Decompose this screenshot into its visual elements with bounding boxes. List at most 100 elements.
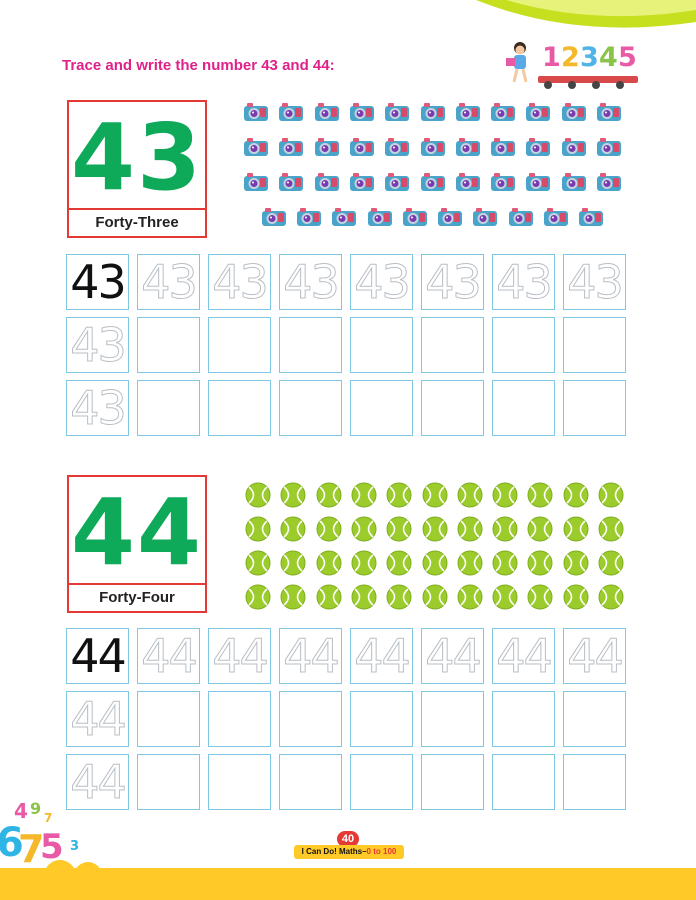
empty-writing-box[interactable] — [137, 754, 200, 810]
trace-number-box[interactable]: 43 — [208, 254, 271, 310]
empty-writing-box[interactable] — [279, 317, 342, 373]
number-word: Forty-Three — [69, 208, 205, 236]
trace-number-box[interactable]: 43 — [421, 254, 484, 310]
tennis-ball-icon — [527, 584, 553, 614]
camera-icon — [261, 206, 287, 232]
empty-writing-box[interactable] — [279, 380, 342, 436]
tennis-ball-icon — [527, 550, 553, 580]
solid-number-box[interactable]: 44 — [66, 628, 129, 684]
empty-writing-box[interactable] — [492, 380, 555, 436]
camera-icon — [472, 206, 498, 232]
trace-number-box[interactable]: 44 — [137, 628, 200, 684]
trace-number-text: 44 — [354, 629, 412, 683]
tennis-ball-icon — [492, 482, 518, 512]
svg-text:7: 7 — [44, 811, 52, 825]
trace-number-box[interactable]: 43 — [350, 254, 413, 310]
empty-writing-box[interactable] — [208, 380, 271, 436]
trace-number-text: 43 — [283, 255, 341, 309]
tennis-ball-icon — [280, 550, 306, 580]
camera-icon — [420, 171, 446, 197]
camera-icon — [561, 101, 587, 127]
big-number: 44 — [70, 479, 204, 586]
empty-writing-box[interactable] — [279, 754, 342, 810]
trace-number-box[interactable]: 44 — [563, 628, 626, 684]
train-digit: 1 — [542, 42, 561, 73]
trace-number-text: 43 — [496, 255, 554, 309]
camera-icon — [296, 206, 322, 232]
tennis-ball-icon — [598, 550, 624, 580]
empty-writing-box[interactable] — [492, 754, 555, 810]
empty-writing-box[interactable] — [563, 380, 626, 436]
tennis-ball-icon — [598, 584, 624, 614]
tennis-ball-icon — [422, 482, 448, 512]
book-title: I Can Do! Maths–0 to 100 — [294, 845, 404, 859]
empty-writing-box[interactable] — [563, 754, 626, 810]
camera-icon — [525, 136, 551, 162]
empty-writing-box[interactable] — [350, 380, 413, 436]
trace-number-box[interactable]: 44 — [208, 628, 271, 684]
tennis-ball-icon — [245, 482, 271, 512]
tennis-ball-icon — [316, 584, 342, 614]
empty-writing-box[interactable] — [208, 317, 271, 373]
solid-number-text: 43 — [70, 255, 127, 309]
camera-icon — [525, 171, 551, 197]
tennis-ball-icon — [280, 482, 306, 512]
tennis-ball-icon — [598, 482, 624, 512]
trace-number-box[interactable]: 43 — [66, 380, 129, 436]
camera-icon — [508, 206, 534, 232]
camera-icon — [455, 136, 481, 162]
camera-icon — [596, 136, 622, 162]
camera-icon — [314, 101, 340, 127]
trace-number-text: 43 — [141, 255, 199, 309]
trace-number-box[interactable]: 43 — [66, 317, 129, 373]
empty-writing-box[interactable] — [208, 691, 271, 747]
trace-number-box[interactable]: 43 — [279, 254, 342, 310]
trace-number-text: 44 — [425, 629, 483, 683]
trace-number-box[interactable]: 44 — [350, 628, 413, 684]
trace-number-box[interactable]: 43 — [492, 254, 555, 310]
trace-number-text: 43 — [354, 255, 412, 309]
empty-writing-box[interactable] — [279, 691, 342, 747]
empty-writing-box[interactable] — [350, 754, 413, 810]
trace-number-text: 44 — [141, 629, 199, 683]
empty-writing-box[interactable] — [421, 317, 484, 373]
camera-icon — [278, 101, 304, 127]
camera-icon — [402, 206, 428, 232]
camera-icon — [490, 101, 516, 127]
trace-number-box[interactable]: 43 — [137, 254, 200, 310]
empty-writing-box[interactable] — [137, 691, 200, 747]
svg-text:3: 3 — [70, 839, 79, 854]
tennis-ball-icon — [422, 550, 448, 580]
tennis-ball-icon — [351, 516, 377, 546]
book-title-text: I Can Do! Maths– — [301, 847, 367, 856]
camera-icon — [314, 171, 340, 197]
empty-writing-box[interactable] — [563, 691, 626, 747]
empty-writing-box[interactable] — [421, 380, 484, 436]
camera-icon — [490, 136, 516, 162]
empty-writing-box[interactable] — [421, 754, 484, 810]
empty-writing-box[interactable] — [421, 691, 484, 747]
empty-writing-box[interactable] — [563, 317, 626, 373]
trace-number-box[interactable]: 44 — [492, 628, 555, 684]
empty-writing-box[interactable] — [350, 317, 413, 373]
camera-icon — [349, 136, 375, 162]
trace-number-box[interactable]: 43 — [563, 254, 626, 310]
empty-writing-box[interactable] — [492, 691, 555, 747]
camera-icon — [420, 136, 446, 162]
tennis-ball-icon — [316, 516, 342, 546]
tennis-ball-icon — [457, 550, 483, 580]
trace-number-box[interactable]: 44 — [279, 628, 342, 684]
trace-number-text: 43 — [567, 255, 625, 309]
trace-number-box[interactable]: 44 — [66, 691, 129, 747]
empty-writing-box[interactable] — [137, 317, 200, 373]
empty-writing-box[interactable] — [208, 754, 271, 810]
solid-number-box[interactable]: 43 — [66, 254, 129, 310]
empty-writing-box[interactable] — [492, 317, 555, 373]
tennis-ball-icon — [563, 482, 589, 512]
number-card-44: 44 Forty-Four — [67, 475, 207, 613]
empty-writing-box[interactable] — [350, 691, 413, 747]
camera-icon — [437, 206, 463, 232]
empty-writing-box[interactable] — [137, 380, 200, 436]
svg-text:9: 9 — [30, 799, 41, 818]
trace-number-box[interactable]: 44 — [421, 628, 484, 684]
